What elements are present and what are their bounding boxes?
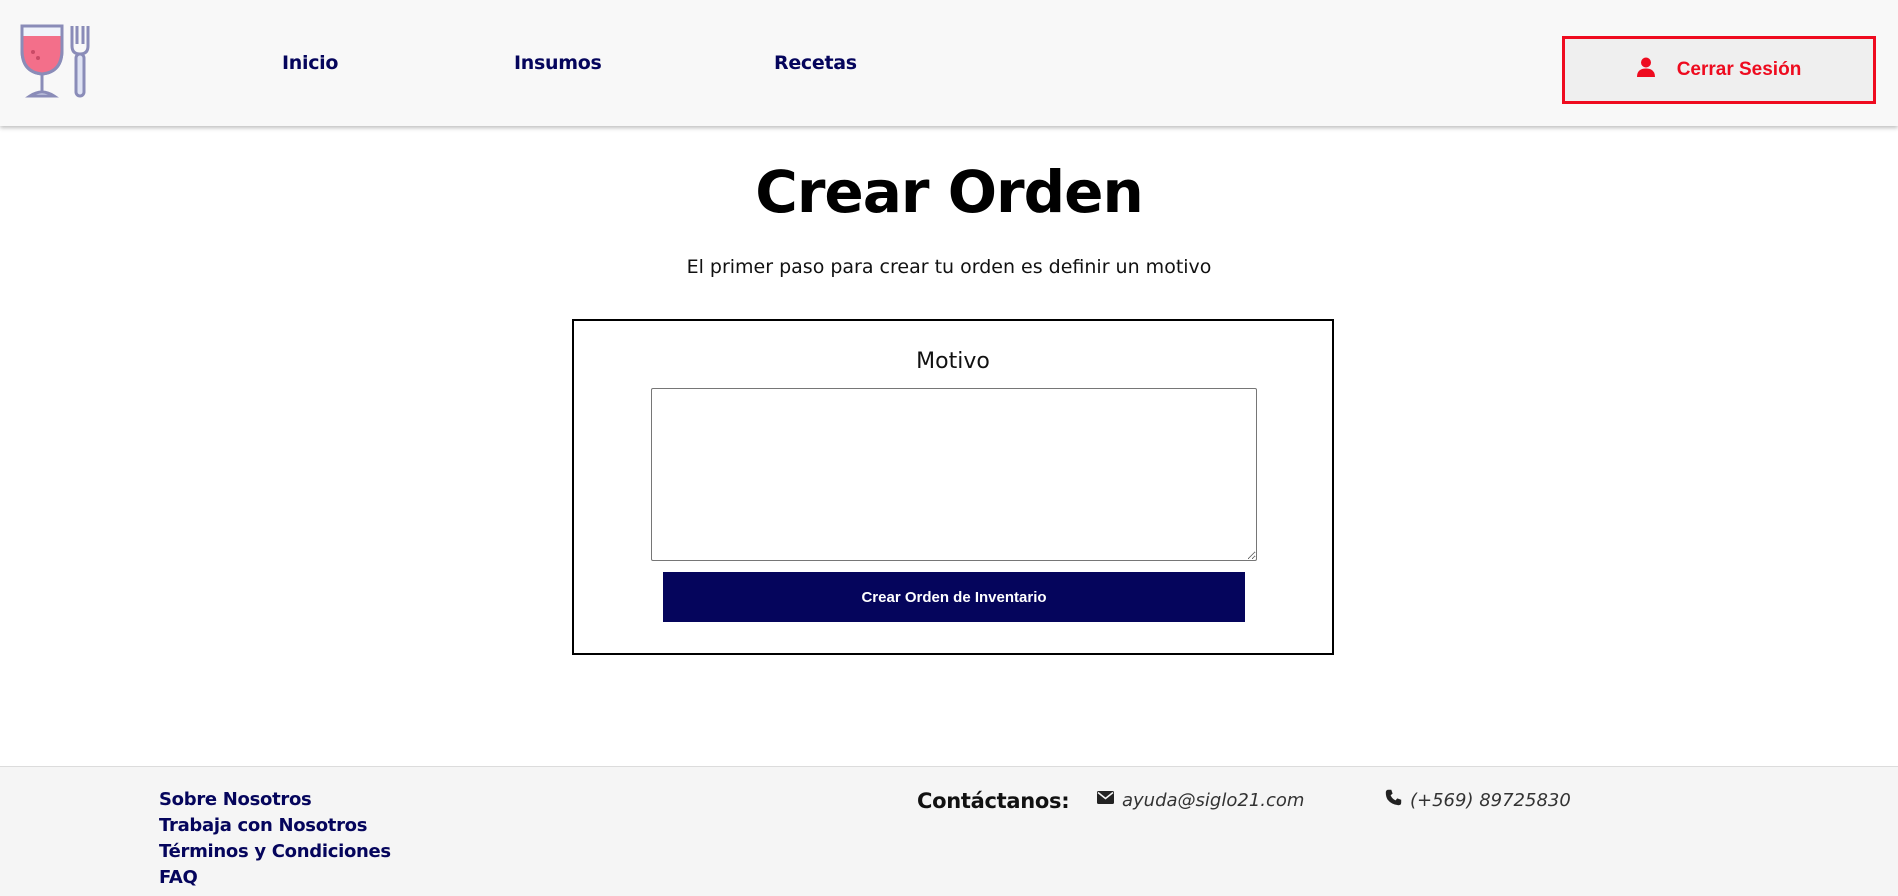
footer-links: Sobre Nosotros Trabaja con Nosotros Térm… [159, 787, 391, 891]
footer-link-terminos[interactable]: Términos y Condiciones [159, 839, 391, 865]
phone-icon [1385, 789, 1402, 811]
footer-link-sobre-nosotros[interactable]: Sobre Nosotros [159, 787, 391, 813]
user-icon [1636, 57, 1655, 83]
contact-email[interactable]: ayuda@siglo21.com [1097, 789, 1304, 811]
contact-phone[interactable]: (+569) 89725830 [1385, 789, 1571, 811]
logout-button[interactable]: Cerrar Sesión [1562, 36, 1876, 104]
create-order-form: Motivo Crear Orden de Inventario [572, 319, 1334, 655]
envelope-icon [1097, 789, 1114, 811]
footer-link-faq[interactable]: FAQ [159, 865, 391, 891]
footer: Sobre Nosotros Trabaja con Nosotros Térm… [0, 766, 1898, 896]
contact-heading: Contáctanos: [917, 789, 1070, 813]
nav-link-recetas[interactable]: Recetas [774, 52, 857, 74]
motivo-label: Motivo [916, 349, 990, 374]
contact-email-text: ayuda@siglo21.com [1122, 789, 1305, 811]
page-title: Crear Orden [755, 158, 1144, 226]
page-subtitle: El primer paso para crear tu orden es de… [686, 256, 1212, 278]
top-navbar: Inicio Insumos Recetas Cerrar Sesión [0, 0, 1898, 126]
nav-link-insumos[interactable]: Insumos [514, 52, 602, 74]
contact-phone-text: (+569) 89725830 [1410, 789, 1571, 811]
create-inventory-order-button[interactable]: Crear Orden de Inventario [663, 572, 1245, 622]
nav-link-inicio[interactable]: Inicio [282, 52, 338, 74]
footer-link-trabaja-con-nosotros[interactable]: Trabaja con Nosotros [159, 813, 391, 839]
wine-glass-and-fork-icon[interactable] [18, 22, 100, 100]
motivo-textarea[interactable] [651, 388, 1257, 561]
logout-label: Cerrar Sesión [1676, 59, 1802, 80]
